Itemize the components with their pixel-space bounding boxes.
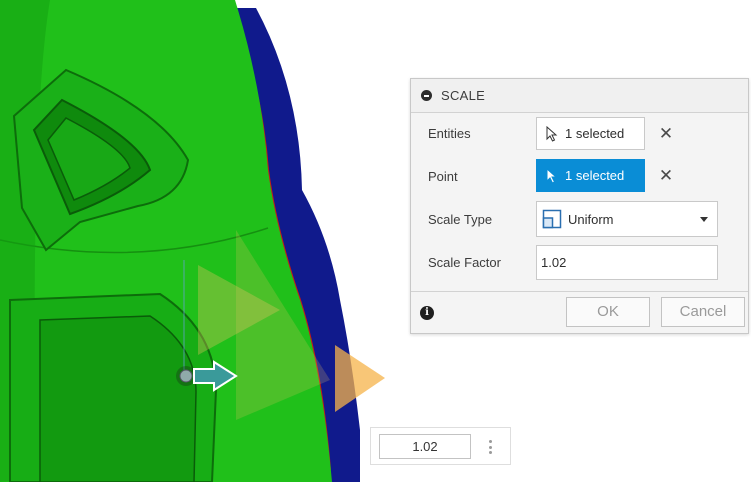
cancel-button[interactable]: Cancel: [661, 297, 745, 327]
entities-select-button[interactable]: 1 selected: [536, 117, 645, 150]
model-cutout-inner: [39, 315, 197, 482]
scale-dialog: SCALE Entities 1 selected ✕ Point 1 sele…: [410, 78, 749, 334]
cursor-icon: [546, 167, 558, 184]
collapse-icon[interactable]: [421, 90, 432, 101]
kebab-menu-icon[interactable]: [489, 440, 493, 454]
dialog-footer: i OK Cancel: [411, 291, 748, 335]
cursor-icon: [546, 125, 558, 142]
scale-type-select[interactable]: Uniform: [536, 201, 718, 237]
scale-type-icon: [542, 209, 562, 229]
point-clear-button[interactable]: ✕: [657, 167, 675, 185]
scale-type-value: Uniform: [568, 211, 614, 227]
viewport-scale-input[interactable]: [379, 434, 471, 459]
info-icon[interactable]: i: [420, 306, 434, 320]
entities-label: Entities: [428, 126, 471, 141]
scale-factor-input[interactable]: [536, 245, 718, 280]
viewport-value-box: [370, 427, 511, 465]
chevron-down-icon: [700, 217, 708, 222]
point-select-button[interactable]: 1 selected: [536, 159, 645, 192]
entities-clear-button[interactable]: ✕: [657, 125, 675, 143]
entities-value: 1 selected: [565, 126, 625, 141]
ok-button[interactable]: OK: [566, 297, 650, 327]
scale-factor-label: Scale Factor: [428, 255, 501, 270]
point-value: 1 selected: [565, 168, 625, 183]
manipulator-plane-c[interactable]: [335, 345, 385, 412]
dialog-header: SCALE: [411, 79, 748, 113]
scale-type-label: Scale Type: [428, 212, 493, 227]
dialog-title: SCALE: [441, 88, 486, 103]
point-label: Point: [428, 169, 458, 184]
